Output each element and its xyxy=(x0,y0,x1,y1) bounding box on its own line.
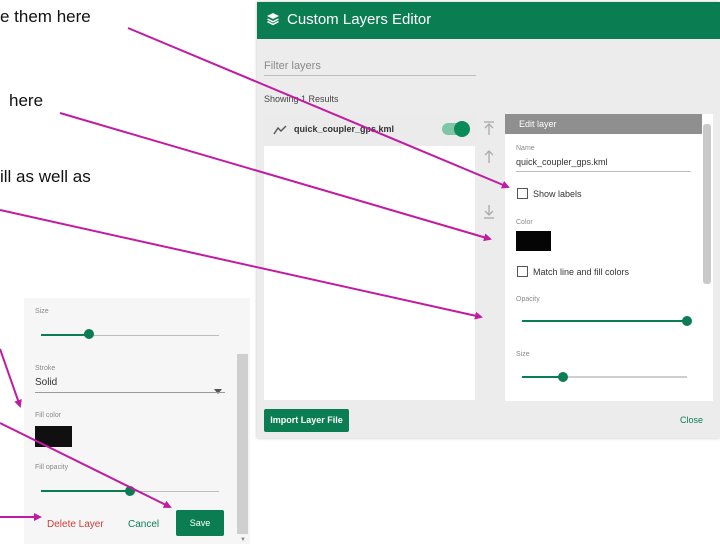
arrow-to-color xyxy=(59,112,492,242)
arrow-to-fill-color xyxy=(0,348,22,408)
arrow-to-show-labels xyxy=(127,27,510,189)
arrow-to-save xyxy=(0,422,172,508)
annotation-arrows xyxy=(0,27,510,521)
arrow-to-opacity xyxy=(0,209,483,320)
